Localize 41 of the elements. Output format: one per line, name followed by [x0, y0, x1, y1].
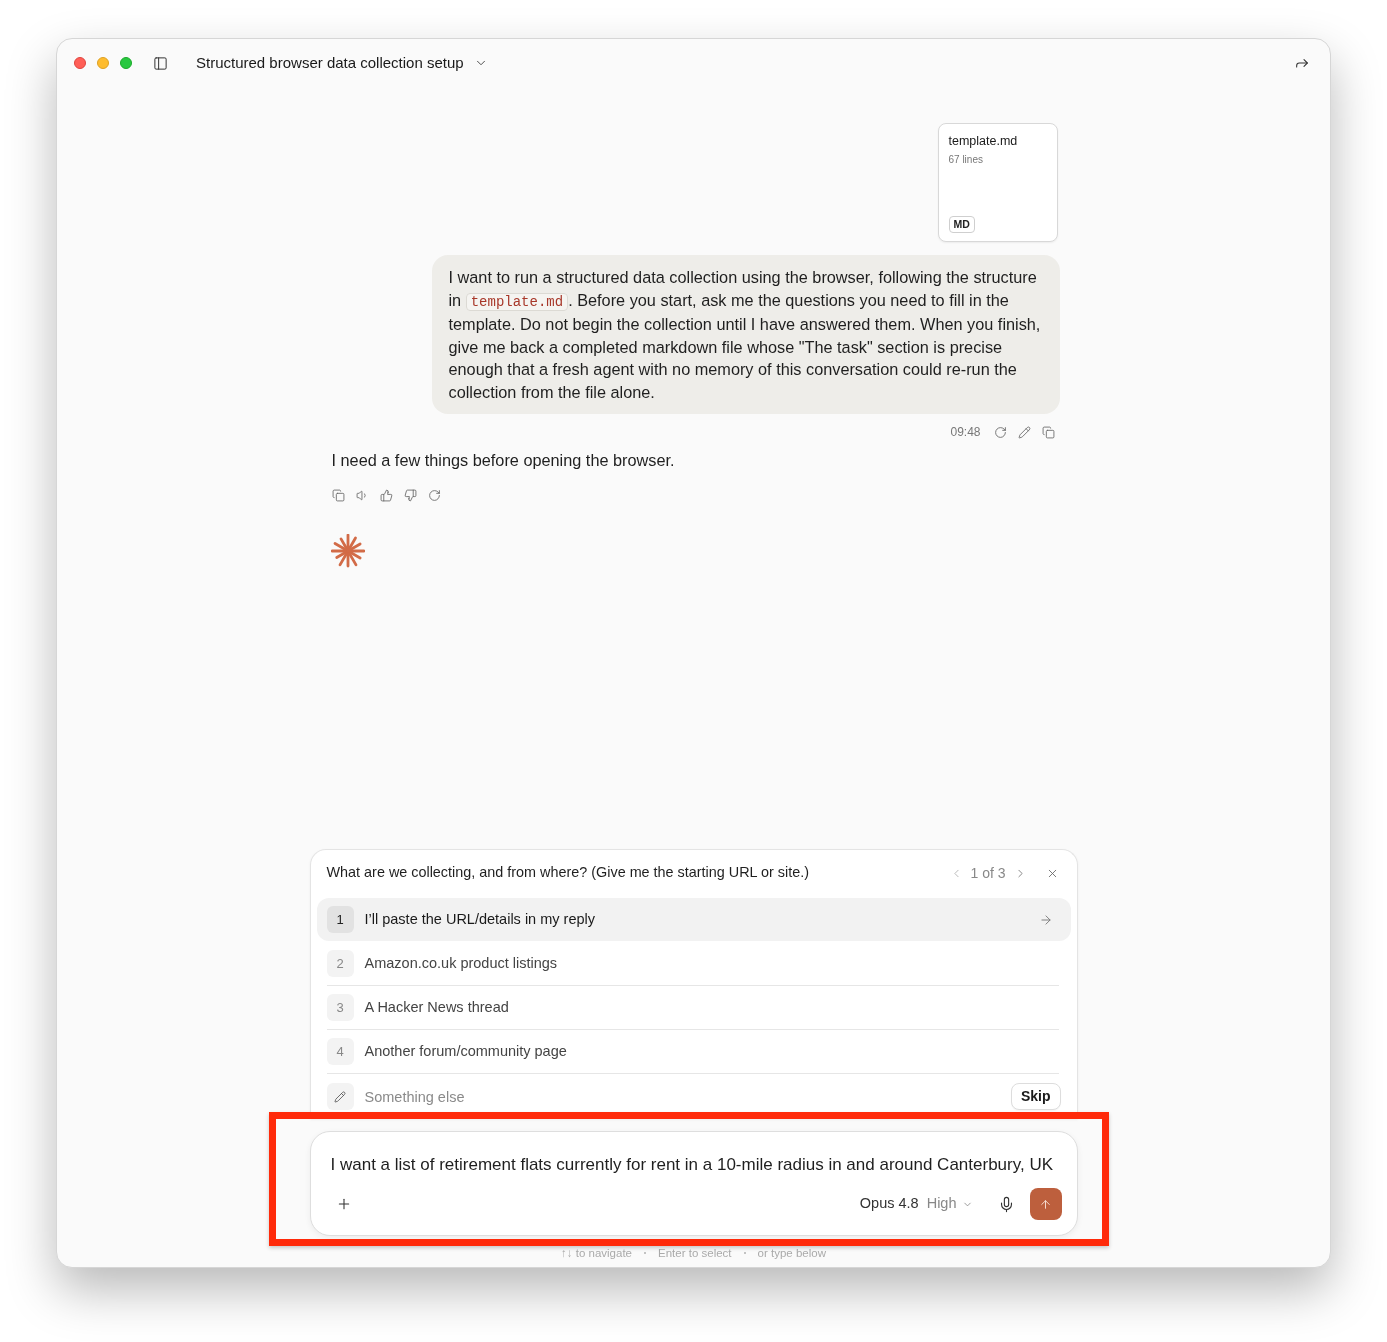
- keyboard-hint: ↑↓ to navigate: [561, 1246, 632, 1260]
- message-text: I want to run a structured data collection using the browser, following the structure in template.md . Before you start, ask me the questions you need to fill in the template. Do not begin the collection until I have answered them. When you finish, give me back a completed markdown file whose "The task" section is precise enough that a fresh agent with no memory of this conversation could re-run the collection from the file alone.: [448, 267, 1042, 403]
- file-name: template.md: [948, 133, 1018, 149]
- thumbs-up-icon[interactable]: [379, 489, 393, 502]
- file-card[interactable]: template.md 67 lines MD: [937, 123, 1058, 242]
- retry-icon[interactable]: [427, 489, 441, 502]
- model-selector[interactable]: Opus 4.8 High: [859, 1193, 973, 1215]
- close-window-control[interactable]: [74, 57, 86, 69]
- number-badge: 4: [326, 1038, 354, 1065]
- line-count: 67 lines: [948, 153, 983, 166]
- number-badge: 3: [326, 994, 354, 1021]
- minimize-window-control[interactable]: [97, 57, 109, 69]
- send-button[interactable]: [1029, 1188, 1062, 1220]
- keyboard-hint: or type below: [757, 1246, 826, 1260]
- message-input[interactable]: I want a list of retirement flats currently for rent in a 10-mile radius in and around Canterbury, UK: [330, 1154, 1062, 1176]
- skip-button[interactable]: Skip: [1010, 1083, 1061, 1110]
- answer-option[interactable]: 3 A Hacker News thread: [316, 986, 1071, 1029]
- speaker-icon[interactable]: [355, 489, 369, 502]
- answer-option[interactable]: 1 I’ll paste the URL/details in my reply: [316, 898, 1071, 941]
- thumbs-down-icon[interactable]: [403, 489, 417, 502]
- arrow-up-icon: [1039, 1197, 1052, 1211]
- retry-icon[interactable]: [993, 425, 1007, 439]
- answer-option[interactable]: 2 Amazon.co.uk product listings: [316, 942, 1071, 985]
- copy-icon[interactable]: [331, 489, 345, 502]
- message-time: 09:48: [950, 424, 981, 441]
- maximize-window-control[interactable]: [120, 57, 132, 69]
- question-counter: 1 of 3: [970, 863, 1006, 883]
- question-text: What are we collecting, and from where? (Give me the starting URL or site.): [326, 863, 810, 883]
- window-title: Structured browser data collection setup: [196, 52, 464, 73]
- number-badge: 1: [326, 906, 354, 933]
- sidebar-toggle-icon[interactable]: [153, 55, 168, 71]
- number-badge: 2: [326, 950, 354, 977]
- assistant-message: I need a few things before opening the browser.: [330, 450, 676, 471]
- file-type-badge: MD: [948, 216, 975, 233]
- keyboard-hint: Enter to select: [658, 1246, 732, 1260]
- other-answer-input[interactable]: Something else: [364, 1083, 1011, 1110]
- answer-option[interactable]: 4 Another forum/community page: [316, 1030, 1071, 1073]
- pencil-icon: [326, 1083, 354, 1110]
- starburst-icon: [330, 534, 365, 568]
- pencil-icon[interactable]: [1017, 425, 1031, 439]
- copy-icon[interactable]: [1041, 425, 1055, 439]
